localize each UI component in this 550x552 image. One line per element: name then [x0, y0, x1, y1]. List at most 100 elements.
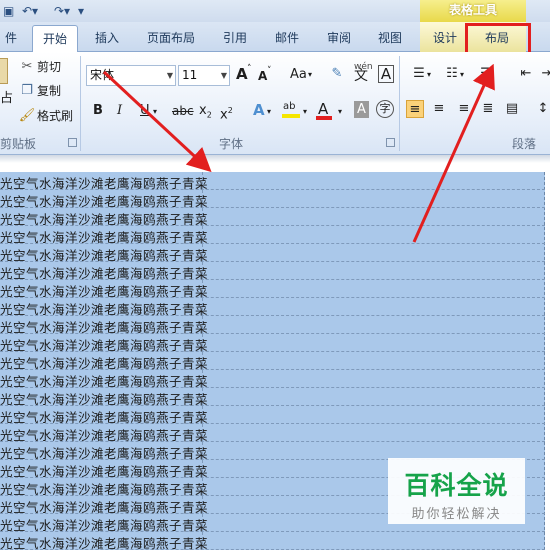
strikethrough-button[interactable]: abc: [172, 102, 194, 120]
cell-divider: [202, 478, 203, 496]
clipboard-launcher-icon[interactable]: [68, 138, 77, 147]
group-separator: [399, 56, 400, 151]
table-row[interactable]: 光空气水海洋沙滩老鹰海鸥燕子青菜: [0, 208, 545, 227]
increase-indent-icon[interactable]: ⇥: [538, 65, 550, 83]
table-row[interactable]: 光空气水海洋沙滩老鹰海鸥燕子青菜: [0, 244, 545, 263]
table-row[interactable]: 光空气水海洋沙滩老鹰海鸥燕子青菜: [0, 280, 545, 299]
copy-icon: ❐: [21, 83, 33, 98]
table-cell-text: 光空气水海洋沙滩老鹰海鸥燕子青菜: [0, 536, 209, 551]
tab-file[interactable]: 件: [0, 25, 28, 52]
multilevel-list-icon[interactable]: ☲: [477, 65, 495, 83]
font-name-combo[interactable]: 宋体 ▼: [86, 65, 176, 86]
cell-divider: [202, 334, 203, 352]
chevron-down-icon: ▾: [460, 70, 465, 79]
clear-format-icon[interactable]: ✎: [328, 65, 346, 83]
cell-divider: [202, 424, 203, 442]
redo-icon[interactable]: ↷▾: [54, 3, 70, 19]
cell-divider: [202, 226, 203, 244]
chevron-down-icon: ▼: [166, 71, 173, 80]
grow-font-button[interactable]: A: [236, 65, 248, 83]
watermark-title: 百科全说: [404, 471, 509, 500]
align-center-icon[interactable]: ≡: [430, 100, 448, 118]
tab-references[interactable]: 引用: [212, 25, 258, 52]
tab-home[interactable]: 开始: [32, 25, 78, 52]
tab-review[interactable]: 审阅: [316, 25, 362, 52]
table-row[interactable]: 光空气水海洋沙滩老鹰海鸥燕子青菜: [0, 190, 545, 209]
customize-icon[interactable]: ▾: [78, 3, 84, 19]
font-launcher-icon[interactable]: [386, 138, 395, 147]
table-row[interactable]: 光空气水海洋沙滩老鹰海鸥燕子青菜: [0, 388, 545, 407]
cell-divider: [202, 190, 203, 208]
tab-page-layout[interactable]: 页面布局: [140, 25, 202, 52]
italic-button[interactable]: I: [117, 102, 122, 120]
watermark-subtitle: 助你轻松解决: [411, 507, 502, 522]
subscript-x: x: [199, 103, 207, 118]
group-separator: [80, 56, 81, 151]
table-row[interactable]: 光空气水海洋沙滩老鹰海鸥燕子青菜: [0, 370, 545, 389]
table-row[interactable]: 光空气水海洋沙滩老鹰海鸥燕子青菜: [0, 298, 545, 317]
save-icon[interactable]: ▣: [3, 3, 14, 19]
table-row[interactable]: 光空气水海洋沙滩老鹰海鸥燕子青菜: [0, 172, 545, 191]
superscript-button[interactable]: x2: [220, 102, 233, 124]
undo-icon[interactable]: ↶▾: [22, 3, 38, 19]
tab-mailings[interactable]: 邮件: [264, 25, 310, 52]
line-spacing-icon[interactable]: ↕: [534, 100, 550, 118]
bold-button[interactable]: B: [93, 102, 103, 120]
shrink-font-mark: ˅: [267, 66, 272, 76]
table-row[interactable]: 光空气水海洋沙滩老鹰海鸥燕子青菜: [0, 532, 545, 551]
enclose-char-button[interactable]: 字: [376, 100, 394, 118]
paste-icon[interactable]: [0, 58, 8, 84]
chevron-down-icon: ▾: [303, 107, 308, 116]
chevron-down-icon: ▾: [267, 107, 272, 116]
underline-button[interactable]: U: [140, 102, 150, 120]
char-border-button[interactable]: A: [378, 65, 394, 83]
clipboard-group-label: 剪贴板: [0, 137, 37, 151]
chevron-down-icon: ▾: [308, 70, 313, 79]
numbering-icon[interactable]: ☷: [443, 65, 461, 83]
align-left-icon[interactable]: ≡: [406, 100, 424, 118]
cell-divider: [202, 280, 203, 298]
cell-divider: [202, 406, 203, 424]
font-color-bar: [316, 116, 332, 120]
table-row[interactable]: 光空气水海洋沙滩老鹰海鸥燕子青菜: [0, 262, 545, 281]
paragraph-group-label: 段落: [512, 137, 537, 151]
cell-divider: [202, 388, 203, 406]
cell-divider: [202, 316, 203, 334]
cell-divider: [202, 532, 203, 550]
table-row[interactable]: 光空气水海洋沙滩老鹰海鸥燕子青菜: [0, 406, 545, 425]
table-row[interactable]: 光空气水海洋沙滩老鹰海鸥燕子青菜: [0, 334, 545, 353]
font-size-combo[interactable]: 11 ▼: [178, 65, 230, 86]
cell-divider: [202, 460, 203, 478]
ruler-shadow: [0, 155, 550, 163]
paste-button[interactable]: 占: [0, 90, 13, 108]
subscript-button[interactable]: x2: [199, 102, 212, 125]
tab-insert[interactable]: 插入: [84, 25, 130, 52]
superscript-mark: 2: [227, 106, 233, 115]
bullets-icon[interactable]: ☰: [410, 65, 428, 83]
phonetic-guide-button[interactable]: 文: [354, 67, 368, 85]
copy-button[interactable]: 复制: [37, 82, 61, 100]
text-effects-button[interactable]: A: [253, 101, 265, 119]
cell-divider: [202, 496, 203, 514]
shrink-font-button[interactable]: A: [258, 67, 267, 85]
distribute-icon[interactable]: ▤: [503, 100, 521, 118]
chevron-down-icon: ▾: [427, 70, 432, 79]
table-row[interactable]: 光空气水海洋沙滩老鹰海鸥燕子青菜: [0, 352, 545, 371]
change-case-button[interactable]: Aa: [290, 66, 307, 84]
format-painter-button[interactable]: 格式刷: [37, 107, 73, 125]
cut-button[interactable]: 剪切: [37, 58, 61, 76]
justify-icon[interactable]: ≣: [479, 100, 497, 118]
chevron-down-icon: ▾: [338, 107, 343, 116]
char-shading-button[interactable]: A: [354, 101, 369, 118]
tab-view[interactable]: 视图: [367, 25, 413, 52]
tab-design[interactable]: 设计: [422, 25, 468, 52]
watermark: 百科全说 助你轻松解决: [388, 458, 525, 524]
table-row[interactable]: 光空气水海洋沙滩老鹰海鸥燕子青菜: [0, 316, 545, 335]
cell-divider: [202, 172, 203, 190]
subscript-mark: 2: [206, 110, 212, 120]
table-row[interactable]: 光空气水海洋沙滩老鹰海鸥燕子青菜: [0, 424, 545, 443]
decrease-indent-icon[interactable]: ⇤: [517, 65, 535, 83]
cell-divider: [202, 262, 203, 280]
table-row[interactable]: 光空气水海洋沙滩老鹰海鸥燕子青菜: [0, 226, 545, 245]
align-right-icon[interactable]: ≡: [455, 100, 473, 118]
